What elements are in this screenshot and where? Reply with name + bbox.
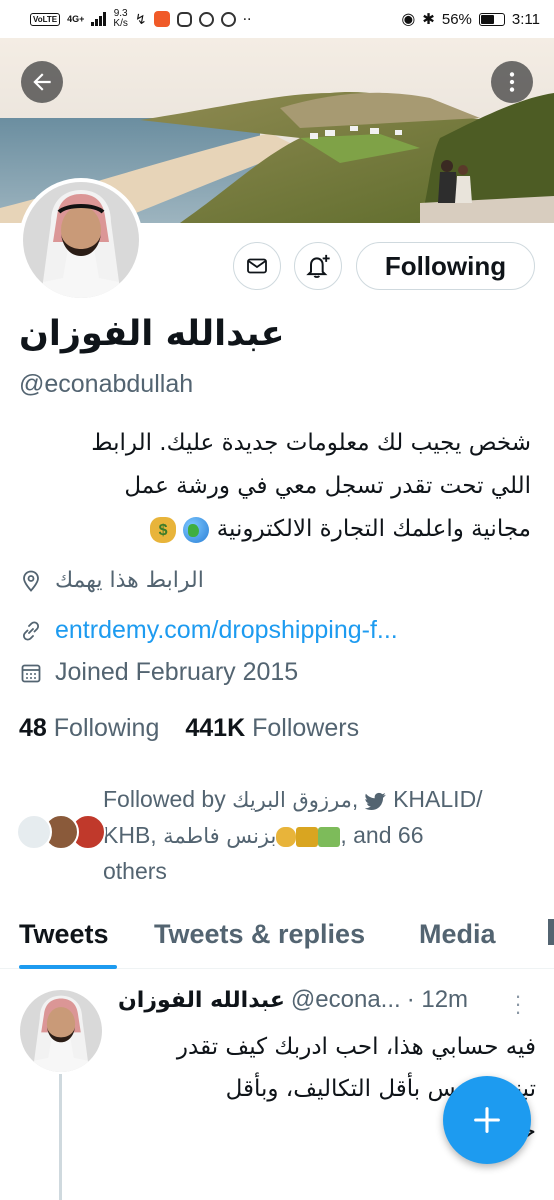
tweet-author-name[interactable]: عبدالله الفوزان xyxy=(118,988,285,1013)
tweet-header: عبدالله الفوزان @econa... · 12m xyxy=(118,986,538,1014)
globe-emoji-icon xyxy=(183,516,210,543)
tab-tweets[interactable]: Tweets xyxy=(19,919,109,950)
profile-handle: @econabdullah xyxy=(19,370,194,398)
chrome-icon xyxy=(198,11,214,27)
location-text: الرابط هذا يهمك xyxy=(55,568,204,593)
bird-emoji-icon xyxy=(364,792,386,810)
join-date-text: Joined February 2015 xyxy=(55,658,299,686)
more-options-button[interactable] xyxy=(491,61,533,103)
arrow-left-icon xyxy=(33,73,51,91)
bell-plus-icon xyxy=(306,254,330,278)
following-count-link[interactable]: 48 Following xyxy=(19,714,159,743)
profile-tabs: Tweets Tweets & replies Media xyxy=(0,905,554,969)
compose-tweet-button[interactable] xyxy=(443,1076,531,1164)
tweet-author-handle[interactable]: @econa... xyxy=(291,986,401,1014)
network-speed: 9.3 K/s xyxy=(113,8,128,29)
profile-avatar[interactable] xyxy=(19,178,143,302)
plus-icon xyxy=(474,1107,500,1133)
app-icon xyxy=(176,11,192,27)
chrome-icon xyxy=(220,11,236,27)
profile-join-date: Joined February 2015 xyxy=(19,658,298,687)
website-link[interactable]: entrdemy.com/dropshipping-f... xyxy=(55,616,398,645)
battery-level: 56% xyxy=(441,10,472,28)
bio-line: اللي تحت تقدر تسجل معي في ورشة عمل xyxy=(124,473,531,499)
tab-media[interactable]: Media xyxy=(419,919,496,950)
notifications-button[interactable] xyxy=(294,242,342,290)
envelope-icon xyxy=(247,258,267,274)
profile-location: الرابط هذا يهمك xyxy=(19,568,204,593)
followed-by-avatars[interactable] xyxy=(16,814,106,850)
tab-next-partial[interactable] xyxy=(548,919,554,945)
missed-call-icon: ↯ xyxy=(134,10,147,27)
avatar-image xyxy=(23,182,139,298)
bio-line: مجانية واعلمك التجارة الالكترونية $ xyxy=(19,508,531,551)
link-icon xyxy=(22,620,40,641)
battery-icon xyxy=(478,12,505,26)
followed-by-text[interactable]: Followed by مرزوق البريك, KHALID/ KHB, ب… xyxy=(103,782,539,889)
tweet-more-icon[interactable]: · · · xyxy=(514,985,522,1023)
follow-counts: 48 Following 441K Followers xyxy=(19,714,359,743)
flying-money-emoji-icon xyxy=(318,826,341,847)
shop-app-icon xyxy=(153,11,170,27)
following-button[interactable]: Following xyxy=(356,242,535,290)
tweet-avatar[interactable] xyxy=(20,990,102,1072)
bio-line: شخص يجيب لك معلومات جديدة عليك. الرابط xyxy=(91,430,531,456)
clock: 3:11 xyxy=(511,10,540,28)
message-button[interactable] xyxy=(233,242,281,290)
thread-line xyxy=(59,1074,62,1200)
eye-icon: ◉ xyxy=(401,11,416,28)
bluetooth-icon: ✱ xyxy=(422,11,435,28)
tweet-timestamp[interactable]: · 12m xyxy=(407,986,468,1014)
active-tab-indicator xyxy=(19,965,117,969)
volte-badge: VoLTE xyxy=(30,12,61,26)
more-vertical-icon xyxy=(509,72,515,92)
profile-bio: شخص يجيب لك معلومات جديدة عليك. الرابط ا… xyxy=(19,422,531,551)
avatar xyxy=(16,814,52,850)
signal-icon xyxy=(91,12,107,26)
money-bag-emoji-icon xyxy=(276,826,297,847)
followers-count-link[interactable]: 441K Followers xyxy=(185,714,359,743)
back-button[interactable] xyxy=(21,61,63,103)
profile-website[interactable]: entrdemy.com/dropshipping-f... xyxy=(19,616,398,645)
tab-tweets-replies[interactable]: Tweets & replies xyxy=(154,919,365,950)
network-type: 4G+ xyxy=(67,13,85,24)
money-emoji-icon xyxy=(296,826,319,847)
location-pin-icon xyxy=(23,570,39,592)
profile-name: عبدالله الفوزان xyxy=(19,314,285,354)
avatar-image xyxy=(20,990,102,1072)
money-bag-emoji-icon: $ xyxy=(150,516,177,543)
calendar-icon xyxy=(21,664,41,682)
status-bar: VoLTE 4G+ 9.3 K/s ↯ ⋅⋅ ◉ ✱ 56% 3:11 xyxy=(0,0,554,38)
more-notifications-icon: ⋅⋅ xyxy=(242,10,252,27)
